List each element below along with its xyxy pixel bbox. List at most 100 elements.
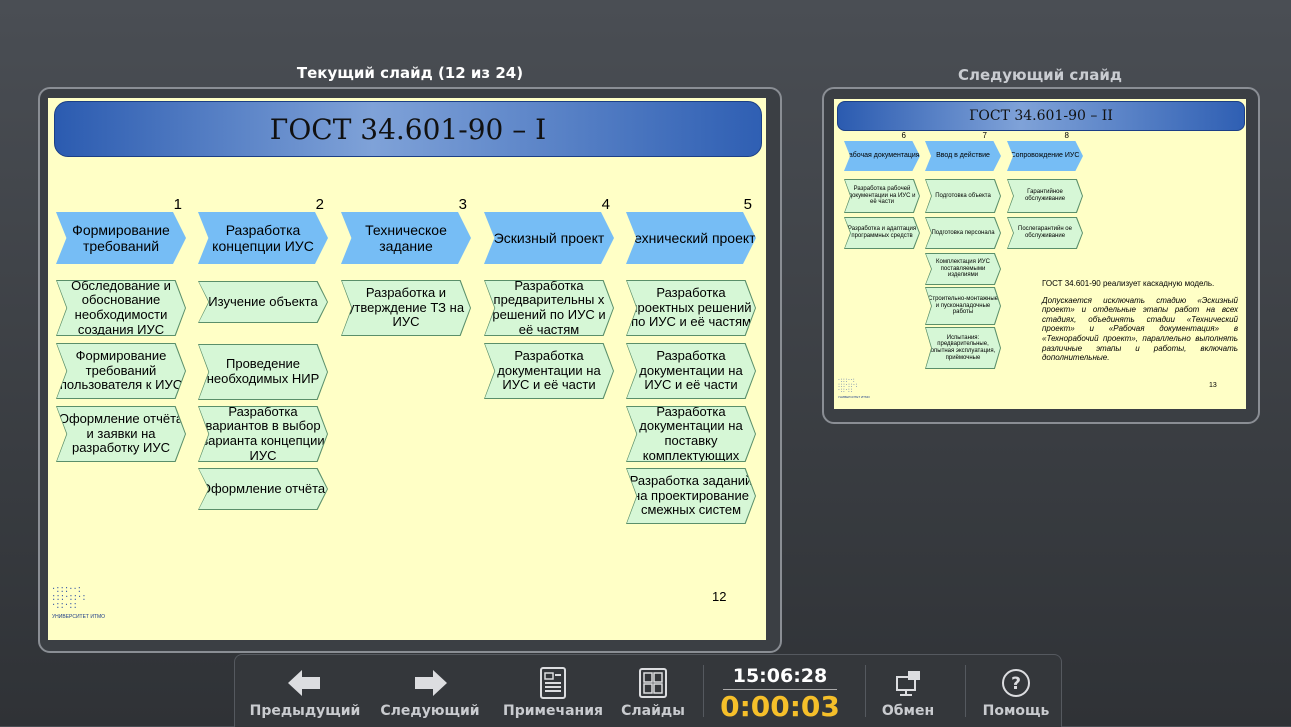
arrow-right-icon [415, 670, 447, 696]
stage-step-box-text: Разработка вариантов в выбор варианта ко… [199, 407, 327, 461]
slide-page-number: 12 [712, 589, 727, 604]
stage-header-arrow: Техническое задание [341, 212, 471, 264]
help-icon: ? [1002, 669, 1030, 697]
stage-step-box: Оформление отчёта и заявки на разработку… [56, 406, 186, 462]
next-stage-header-arrow: Ввод в действие [925, 141, 1001, 171]
arrow-left-icon [288, 670, 320, 696]
monitor-exchange-icon [896, 671, 920, 696]
logo-dots-icon: ·:::··::::·::·: ·::·:: [52, 584, 87, 611]
stage-step-box: Изучение объекта [198, 281, 328, 323]
next-stage-step-box: Комплектация ИУС поставляемыми изделиями [925, 253, 1001, 285]
next-stage-step-box: Гарантийное обслуживание [1007, 179, 1083, 213]
next-stage-step-box-text: Гарантийное обслуживание [1008, 180, 1082, 212]
next-slide-page-number: 13 [1209, 382, 1217, 389]
next-stage-header-arrow: Сопровождение ИУС [1007, 141, 1083, 171]
next-stage-step-box: Строительно-монтажные и пусконаладочные … [925, 287, 1001, 325]
slides-grid-icon [639, 668, 667, 698]
next-slide[interactable]: ГОСТ 34.601-90 – II ГОСТ 34.601-90 реали… [834, 99, 1246, 409]
previous-button-label: Предыдущий [249, 703, 361, 719]
next-column-number: 6 [901, 131, 906, 140]
presenter-toolbar: Предыдущий Следующий Примечания Слайды 1… [234, 654, 1062, 727]
next-logo-dots-icon: ·:::··::::·::·: ·::·:: [838, 377, 858, 394]
next-slide-title: ГОСТ 34.601-90 – II [969, 108, 1113, 124]
exchange-button-label: Обмен [881, 703, 935, 719]
stage-step-box-text: Разработка документации на поставку комп… [627, 407, 755, 461]
help-button-label: Помощь [982, 703, 1050, 719]
toolbar-separator [865, 665, 866, 717]
next-button-label: Следующий [380, 703, 480, 719]
stage-step-box-text: Разработка проектных решений по ИУС и её… [627, 281, 755, 335]
next-stage-step-box-text: Подготовка персонала [926, 218, 1000, 248]
next-stage-step-box-text: Испытания: предварительные, опытная эксп… [926, 328, 1000, 368]
slide-title: ГОСТ 34.601-90 – I [269, 112, 547, 146]
stage-step-box-text: Оформление отчёта и заявки на разработку… [57, 407, 185, 461]
slides-button[interactable]: Слайды [613, 655, 693, 727]
next-university-logo: ·:::··::::·::·: ·::·:: УНИВЕРСИТЕТ ИТМО [838, 377, 870, 400]
stage-step-box: Разработка проектных решений по ИУС и её… [626, 280, 756, 336]
clock-time: 15:06:28 [732, 665, 828, 687]
stage-step-box-text: Оформление отчёта [199, 469, 327, 509]
column-number: 5 [743, 196, 752, 213]
notes-button[interactable]: Примечания [493, 655, 613, 727]
next-stage-step-box: Подготовка персонала [925, 217, 1001, 249]
stage-step-box: Разработка заданий на проектирование сме… [626, 468, 756, 524]
next-stage-step-box: Послегарантийн ое обслуживание [1007, 217, 1083, 249]
next-slide-title-banner: ГОСТ 34.601-90 – II [837, 101, 1245, 131]
stage-step-box-text: Разработка заданий на проектирование сме… [627, 469, 755, 523]
elapsed-timer[interactable]: 0:00:03 [705, 690, 855, 723]
stage-step-box: Разработка и утверждение ТЗ на ИУС [341, 280, 471, 336]
stage-step-box-text: Формирование требований пользователя к И… [57, 344, 185, 398]
stage-header-arrow: Разработка концепции ИУС [198, 212, 328, 264]
current-slide[interactable]: ГОСТ 34.601-90 – I 12 ·:::··::::·::·: ·::… [48, 98, 766, 640]
slides-button-label: Слайды [621, 703, 685, 719]
next-slide-label: Следующий слайд [957, 66, 1123, 84]
stage-step-box-text: Проведение необходимых НИР [199, 345, 327, 399]
stage-step-box-text: Разработка документации на ИУС и её част… [627, 344, 755, 398]
stage-step-box: Обследование и обоснование необходимости… [56, 280, 186, 336]
toolbar-separator [965, 665, 966, 717]
column-number: 1 [173, 196, 182, 213]
clock-panel: 15:06:28 0:00:03 [705, 655, 855, 727]
next-stage-step-box-text: Комплектация ИУС поставляемыми изделиями [926, 254, 1000, 284]
column-number: 4 [601, 196, 610, 213]
next-stage-step-box-text: Разработка рабочей документации на ИУС и… [845, 180, 919, 212]
stage-step-box: Оформление отчёта [198, 468, 328, 510]
next-stage-step-box: Испытания: предварительные, опытная эксп… [925, 327, 1001, 369]
next-logo-caption: УНИВЕРСИТЕТ ИТМО [838, 395, 870, 399]
stage-step-box: Формирование требований пользователя к И… [56, 343, 186, 399]
stage-step-box: Разработка вариантов в выбор варианта ко… [198, 406, 328, 462]
stage-step-box-text: Изучение объекта [199, 282, 327, 322]
slide-title-banner: ГОСТ 34.601-90 – I [54, 101, 762, 157]
next-stage-step-box-text: Разработка и адаптация программных средс… [845, 218, 919, 248]
stage-step-box: Проведение необходимых НИР [198, 344, 328, 400]
notes-icon [540, 667, 566, 699]
next-stage-step-box: Разработка рабочей документации на ИУС и… [844, 179, 920, 213]
logo-caption: УНИВЕРСИТЕТ ИТМО [52, 614, 106, 620]
stage-step-box-text: Разработка и утверждение ТЗ на ИУС [342, 281, 470, 335]
next-stage-header-arrow: Рабочая документация [844, 141, 920, 171]
stage-step-box: Разработка документации на поставку комп… [626, 406, 756, 462]
next-column-number: 8 [1064, 131, 1069, 140]
previous-button[interactable]: Предыдущий [245, 655, 365, 727]
next-stage-step-box-text: Строительно-монтажные и пусконаладочные … [926, 288, 1000, 324]
stage-step-box: Разработка документации на ИУС и её част… [626, 343, 756, 399]
help-button[interactable]: ? Помощь [973, 655, 1059, 727]
next-button[interactable]: Следующий [375, 655, 485, 727]
column-number: 2 [315, 196, 324, 213]
stage-step-box-text: Разработка предварительны х решений по И… [485, 281, 613, 335]
stage-step-box: Разработка документации на ИУС и её част… [484, 343, 614, 399]
exchange-button[interactable]: Обмен [873, 655, 943, 727]
next-column-number: 7 [982, 131, 987, 140]
stage-header-arrow: Формирование требований [56, 212, 186, 264]
current-slide-label: Текущий слайд (12 из 24) [296, 64, 524, 82]
stage-header-arrow: Технический проект [626, 212, 756, 264]
university-logo: ·:::··::::·::·: ·::·:: УНИВЕРСИТЕТ ИТМО [52, 584, 106, 621]
next-slide-note-2: Допускается исключать стадию «Эскизный п… [1042, 295, 1238, 363]
stage-step-box-text: Разработка документации на ИУС и её част… [485, 344, 613, 398]
toolbar-separator [703, 665, 704, 717]
stage-header-arrow: Эскизный проект [484, 212, 614, 264]
next-stage-step-box-text: Подготовка объекта [926, 180, 1000, 212]
stage-step-box: Разработка предварительны х решений по И… [484, 280, 614, 336]
next-stage-step-box-text: Послегарантийн ое обслуживание [1008, 218, 1082, 248]
next-slide-note-1: ГОСТ 34.601-90 реализует каскадную модел… [1042, 279, 1215, 288]
